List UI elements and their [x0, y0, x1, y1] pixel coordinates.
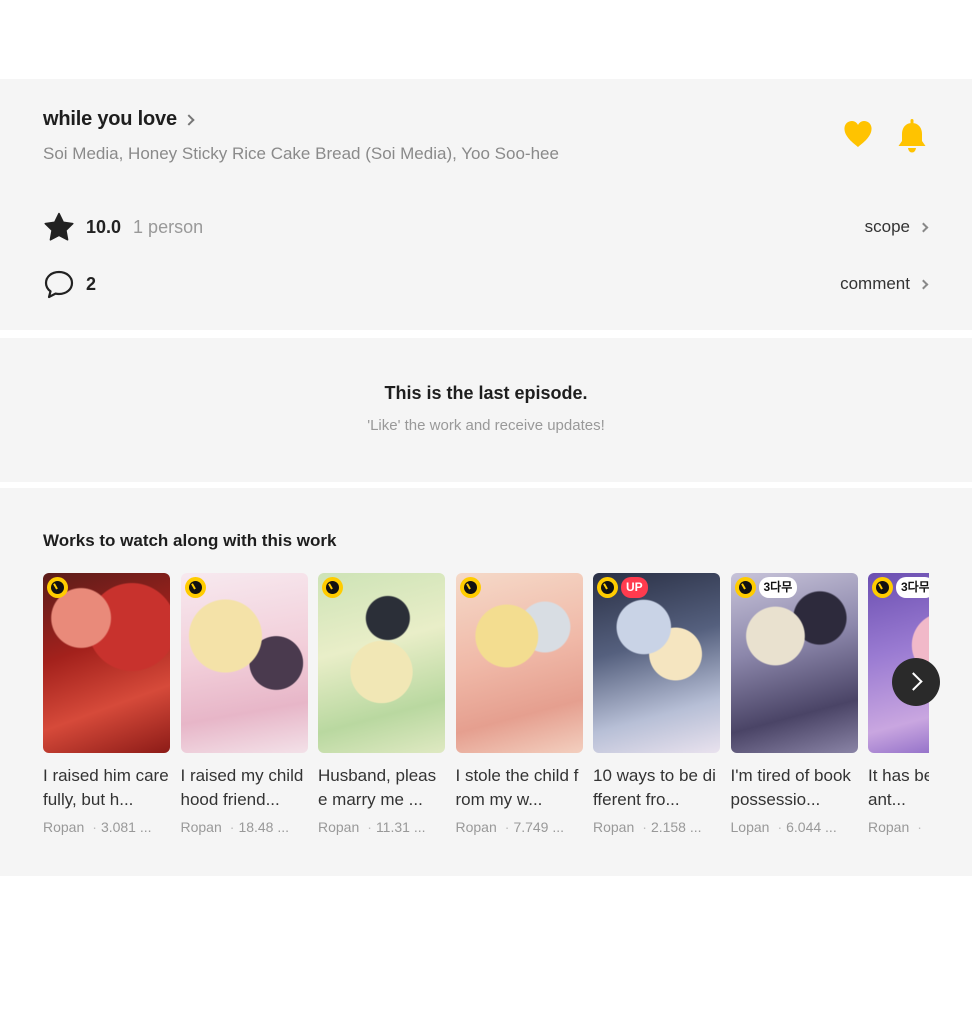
- badge-group: [184, 577, 206, 598]
- wait-free-clock-icon: [184, 577, 206, 598]
- wait-free-clock-icon: [597, 577, 618, 598]
- rating-row: 10.0 1 person scope: [43, 210, 929, 244]
- comment-link[interactable]: comment: [840, 274, 929, 294]
- card-meta: Ropan · 3.081 ...: [43, 819, 170, 835]
- meta-separator: ·: [229, 819, 235, 835]
- card-title: It has been a tyrant...: [868, 766, 929, 809]
- heart-icon[interactable]: [842, 118, 874, 150]
- card-meta: Ropan · 11.31 ...: [318, 819, 445, 835]
- comment-label: comment: [840, 274, 910, 293]
- wait-free-clock-icon: [872, 577, 893, 598]
- card-meta: Ropan · 7.749 ...: [456, 819, 583, 835]
- card-meta: Ropan · 18.48 ...: [181, 819, 308, 835]
- badge-group: UP: [597, 577, 648, 598]
- card-views: 3.081 ...: [100, 819, 152, 835]
- recommendations-section: Works to watch along with this work I ra…: [0, 488, 972, 876]
- free-episodes-badge: 3다무: [896, 577, 929, 598]
- card-meta: Lopan · 6.044 ...: [731, 819, 858, 835]
- card-title: I'm tired of book possessio...: [730, 766, 851, 809]
- cover-image: [318, 573, 445, 753]
- last-episode-subtitle: 'Like' the work and receive updates!: [367, 417, 605, 434]
- meta-separator: ·: [777, 819, 783, 835]
- chevron-right-icon: [918, 222, 929, 232]
- card-publisher: Ropan: [868, 819, 910, 835]
- cover-art: [730, 573, 858, 753]
- cover-image: 3다무: [730, 573, 858, 753]
- carousel-next-button[interactable]: [892, 658, 940, 706]
- badge-group: [47, 577, 68, 598]
- recommendation-carousel: I raised him carefully, but h... Ropan · 3.…: [43, 573, 929, 863]
- comments-row: 2 comment: [43, 267, 929, 301]
- card-meta: Ropan ·: [868, 819, 929, 835]
- speech-bubble-icon: [44, 270, 74, 299]
- badge-group: 3다무: [734, 577, 798, 598]
- work-title-link[interactable]: while you love: [43, 108, 195, 131]
- chevron-right-icon: [918, 279, 929, 289]
- recommendation-card[interactable]: I raised my childhood friend... Ropan · 18.…: [180, 573, 308, 835]
- card-publisher: Ropan: [455, 819, 497, 835]
- rating-count: 1 person: [133, 216, 204, 237]
- meta-separator: ·: [642, 819, 647, 835]
- recommendation-card[interactable]: I raised him carefully, but h... Ropan · 3.…: [43, 573, 170, 835]
- card-publisher: Lopan: [730, 819, 770, 835]
- recommendation-card[interactable]: 3다무 I'm tired of book possessio... Lopan · 6…: [730, 573, 858, 835]
- card-views: 18.48 ...: [238, 819, 290, 835]
- star-icon: [44, 212, 74, 241]
- cover-art: [43, 573, 170, 753]
- meta-separator: ·: [367, 819, 372, 835]
- card-publisher: Ropan: [180, 819, 222, 835]
- work-title: while you love: [43, 108, 177, 130]
- card-title: 10 ways to be different fro...: [593, 766, 716, 809]
- comment-count: 2: [86, 273, 97, 294]
- card-views: 6.044 ...: [786, 819, 837, 835]
- cover-art: [593, 573, 720, 753]
- badge-group: 3다무: [872, 577, 929, 598]
- wait-free-clock-icon: [459, 577, 481, 598]
- rating-score: 10.0: [86, 216, 122, 237]
- badge-group: [322, 577, 343, 598]
- wait-free-clock-icon: [734, 577, 756, 598]
- card-title: I raised my childhood friend...: [180, 766, 304, 809]
- cover-art: [318, 573, 445, 753]
- wait-free-clock-icon: [322, 577, 343, 598]
- up-badge: UP: [621, 577, 648, 598]
- card-title: I raised him carefully, but h...: [43, 766, 169, 809]
- wait-free-clock-icon: [47, 577, 68, 598]
- recommendations-heading: Works to watch along with this work: [43, 531, 337, 550]
- card-views: 11.31 ...: [375, 819, 426, 835]
- work-authors: Soi Media, Honey Sticky Rice Cake Bread …: [43, 144, 559, 163]
- card-title: Husband, please marry me ...: [318, 766, 437, 809]
- meta-separator: ·: [92, 819, 97, 835]
- scope-link[interactable]: scope: [865, 217, 929, 237]
- last-episode-section: This is the last episode. 'Like' the wor…: [0, 338, 972, 482]
- card-publisher: Ropan: [43, 819, 85, 835]
- cover-image: [43, 573, 170, 753]
- cover-image: [180, 573, 308, 753]
- free-episodes-badge: 3다무: [758, 577, 798, 598]
- meta-separator: ·: [917, 819, 922, 835]
- scope-label: scope: [864, 217, 910, 236]
- card-publisher: Ropan: [593, 819, 635, 835]
- recommendation-card[interactable]: Husband, please marry me ... Ropan · 11.31 …: [318, 573, 445, 835]
- card-publisher: Ropan: [318, 819, 360, 835]
- meta-separator: ·: [504, 819, 510, 835]
- last-episode-title: This is the last episode.: [384, 383, 588, 403]
- recommendation-card[interactable]: I stole the child from my w... Ropan · 7.74…: [455, 573, 583, 835]
- cover-image: UP: [593, 573, 720, 753]
- chevron-right-icon: [183, 113, 195, 126]
- cover-art: [180, 573, 308, 753]
- card-views: 7.749 ...: [513, 819, 565, 835]
- recommendation-card[interactable]: UP 10 ways to be different fro... Ropan · 2.…: [593, 573, 720, 835]
- bell-icon[interactable]: [896, 118, 928, 154]
- card-views: 2.158 ...: [650, 819, 702, 835]
- card-title: I stole the child from my w...: [455, 766, 579, 809]
- card-meta: Ropan · 2.158 ...: [593, 819, 720, 835]
- cover-image: [455, 573, 583, 753]
- badge-group: [459, 577, 481, 598]
- cover-art: [455, 573, 583, 753]
